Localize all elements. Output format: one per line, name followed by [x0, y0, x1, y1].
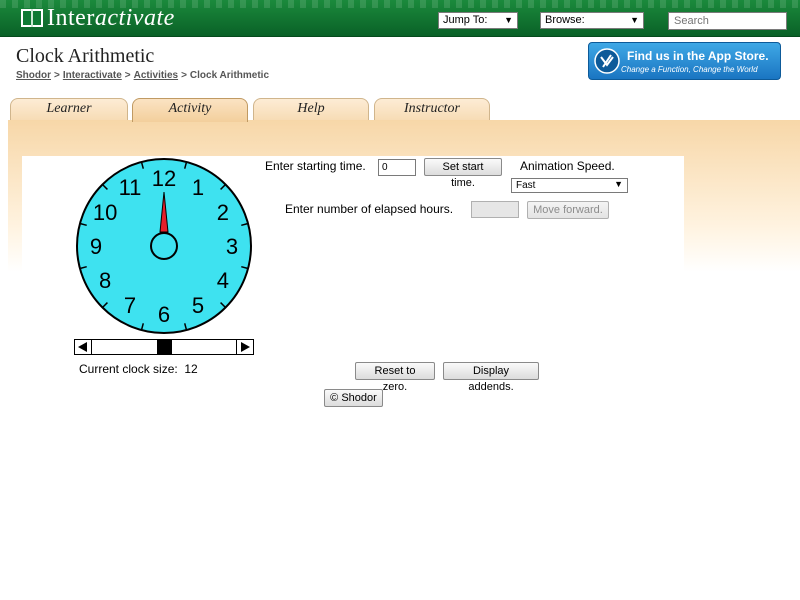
clock-number: 8 [99, 268, 111, 293]
copyright-shodor-button[interactable]: © Shodor [324, 389, 383, 407]
start-time-label: Enter starting time. [265, 159, 366, 173]
animation-speed-select[interactable]: Fast ▼ [511, 178, 628, 193]
browse-label: Browse: [545, 14, 585, 26]
clock-face: 12 12 3 45678 9 1011 [76, 158, 252, 334]
jump-to-label: Jump To: [443, 14, 488, 26]
breadcrumb-separator: > [54, 70, 60, 81]
breadcrumb-shodor[interactable]: Shodor [16, 70, 51, 81]
clock-number: 6 [158, 302, 170, 327]
logo-prefix: Inter [47, 4, 95, 31]
logo-suffix: activate [94, 4, 175, 31]
clock-size-label: Current clock size: [79, 362, 178, 376]
set-start-time-button[interactable]: Set start time. [424, 158, 502, 189]
animation-speed-value: Fast [516, 180, 536, 191]
slider-left-button[interactable] [75, 340, 92, 354]
clock-size-value: 12 [184, 362, 198, 376]
tab-instructor[interactable]: Instructor [374, 98, 490, 120]
arrow-left-icon [78, 342, 87, 352]
search-input[interactable] [668, 12, 787, 30]
book-icon [21, 9, 43, 27]
breadcrumb-separator: > [181, 70, 187, 81]
breadcrumb: Shodor > Interactivate > Activities > Clock Ar… [16, 70, 269, 81]
clock-number: 9 [90, 234, 102, 259]
animation-speed-label: Animation Speed. [520, 159, 615, 173]
elapsed-hours-label: Enter number of elapsed hours. [285, 202, 454, 216]
browse-select[interactable]: Browse: ▼ [540, 12, 644, 29]
clock-number: 7 [124, 293, 136, 318]
slider-thumb[interactable] [156, 340, 172, 354]
clock-number: 3 [226, 234, 238, 259]
dropdown-arrow-icon: ▼ [504, 15, 513, 25]
dropdown-arrow-icon: ▼ [630, 15, 639, 25]
dropdown-arrow-icon: ▼ [614, 179, 623, 189]
clock-number: 4 [217, 268, 229, 293]
tab-help[interactable]: Help [253, 98, 369, 120]
clock-number: 12 [152, 166, 176, 191]
clock-size-slider[interactable] [74, 339, 254, 355]
slider-right-button[interactable] [236, 340, 253, 354]
top-header-bar: Interactivate Jump To: ▼ Browse: ▼ [0, 0, 800, 37]
logo-text: Interactivate [47, 5, 175, 32]
arrow-right-icon [241, 342, 250, 352]
breadcrumb-current: Clock Arithmetic [189, 70, 270, 81]
breadcrumb-interactivate[interactable]: Interactivate [63, 70, 122, 81]
start-time-input[interactable] [378, 159, 416, 176]
jump-to-select[interactable]: Jump To: ▼ [438, 12, 518, 29]
clock-number: 2 [217, 200, 229, 225]
move-forward-button[interactable]: Move forward. [527, 201, 609, 219]
clock-center [150, 232, 178, 260]
app-store-line1: Find us in the App Store. [627, 49, 769, 63]
elapsed-hours-input[interactable] [471, 201, 519, 218]
app-store-icon [594, 48, 620, 74]
interactivate-logo[interactable]: Interactivate [20, 4, 175, 32]
reset-to-zero-button[interactable]: Reset to zero. [355, 362, 435, 393]
clock-number: 11 [119, 175, 142, 200]
clock-number: 10 [93, 200, 117, 225]
display-addends-button[interactable]: Display addends. [443, 362, 539, 393]
clock-number: 1 [192, 175, 204, 200]
page-title: Clock Arithmetic [16, 45, 155, 67]
app-store-banner[interactable]: Find us in the App Store. Change a Funct… [588, 42, 781, 80]
breadcrumb-activities[interactable]: Activities [134, 70, 178, 81]
app-store-line2: Change a Function, Change the World [621, 65, 758, 74]
clock-size-display: Current clock size: 12 [79, 362, 198, 376]
clock-number: 5 [192, 293, 204, 318]
tab-activity[interactable]: Activity [132, 98, 248, 122]
tab-learner[interactable]: Learner [10, 98, 128, 120]
breadcrumb-separator: > [124, 70, 131, 81]
